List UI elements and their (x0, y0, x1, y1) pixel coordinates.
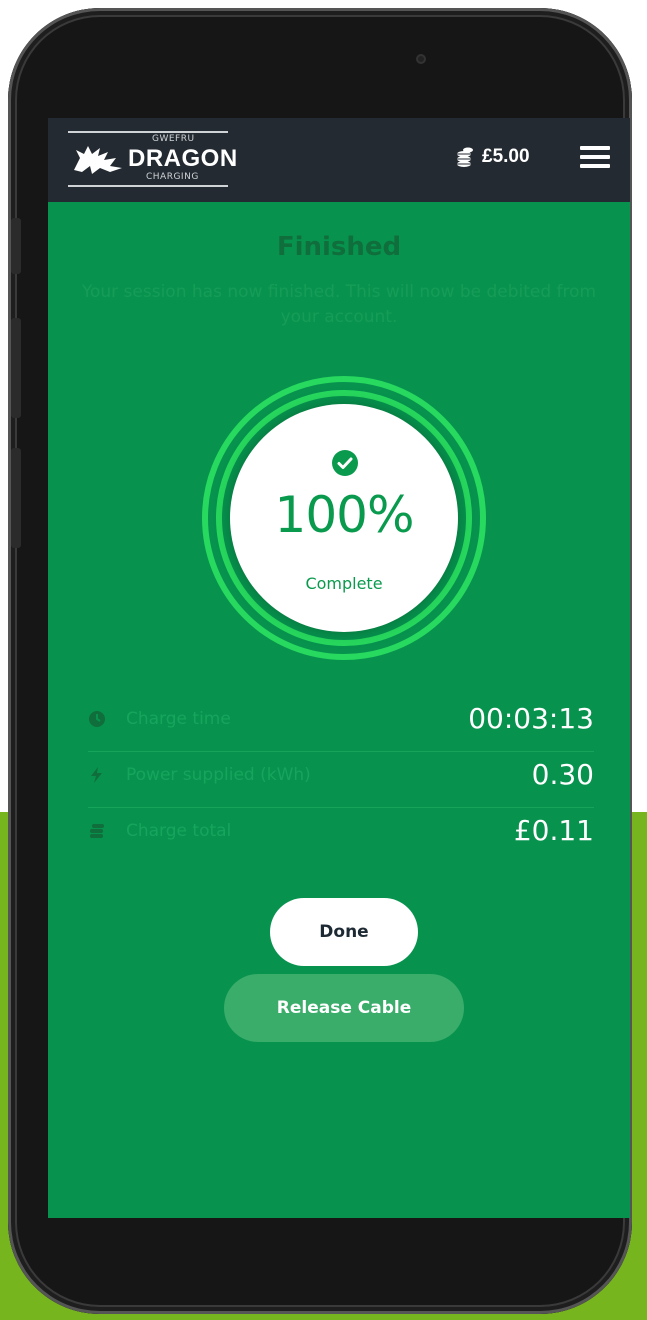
top-navbar: GWEFRU DRAGON CHARGING £5.00 (48, 118, 630, 202)
bolt-icon (91, 767, 102, 783)
logo-bottom-rule (68, 185, 228, 187)
coins-icon (90, 824, 104, 838)
logo-main-text: DRAGON (128, 145, 238, 172)
account-balance[interactable]: £5.00 (456, 146, 530, 168)
phone-frame: GWEFRU DRAGON CHARGING £5.00 Finished Yo… (8, 8, 632, 1314)
stat-value: 00:03:13 (468, 702, 594, 735)
check-circle-icon (332, 450, 358, 476)
phone-volume-up-button (11, 318, 21, 418)
stat-value: £0.11 (513, 814, 594, 847)
stat-label: Power supplied (kWh) (126, 765, 311, 785)
phone-side-button (11, 218, 21, 274)
session-stats: Charge time 00:03:13 Power supplied (kWh… (88, 696, 594, 863)
stat-row-charge-total: Charge total £0.11 (88, 808, 594, 863)
front-camera-icon (416, 50, 426, 68)
dragon-icon (74, 146, 122, 174)
session-content: Finished Your session has now finished. … (48, 202, 630, 1218)
dragon-charging-logo[interactable]: GWEFRU DRAGON CHARGING (68, 130, 237, 188)
balance-amount: £5.00 (482, 146, 530, 167)
phone-screen: GWEFRU DRAGON CHARGING £5.00 Finished Yo… (48, 118, 630, 1218)
done-button[interactable]: Done (270, 898, 418, 966)
progress-percent: 100% (274, 486, 415, 544)
logo-bottom-text: CHARGING (146, 172, 199, 182)
progress-gauge: 100% Complete (202, 376, 486, 660)
stat-value: 0.30 (531, 758, 594, 791)
page-title: Finished (276, 232, 402, 262)
phone-volume-down-button (11, 448, 21, 548)
logo-top-text: GWEFRU (152, 134, 195, 144)
stat-label: Charge time (126, 709, 231, 729)
clock-icon (89, 711, 105, 727)
gauge-center: 100% Complete (230, 404, 458, 632)
release-cable-button[interactable]: Release Cable (224, 974, 464, 1042)
stat-label: Charge total (126, 821, 232, 841)
session-message: Your session has now finished. This will… (81, 282, 597, 327)
hamburger-menu-icon[interactable] (580, 146, 610, 170)
coins-icon (457, 147, 473, 167)
stat-row-charge-time: Charge time 00:03:13 (88, 696, 594, 752)
stat-row-power-supplied: Power supplied (kWh) 0.30 (88, 752, 594, 808)
progress-label: Complete (305, 574, 383, 593)
logo-top-rule (68, 131, 228, 133)
